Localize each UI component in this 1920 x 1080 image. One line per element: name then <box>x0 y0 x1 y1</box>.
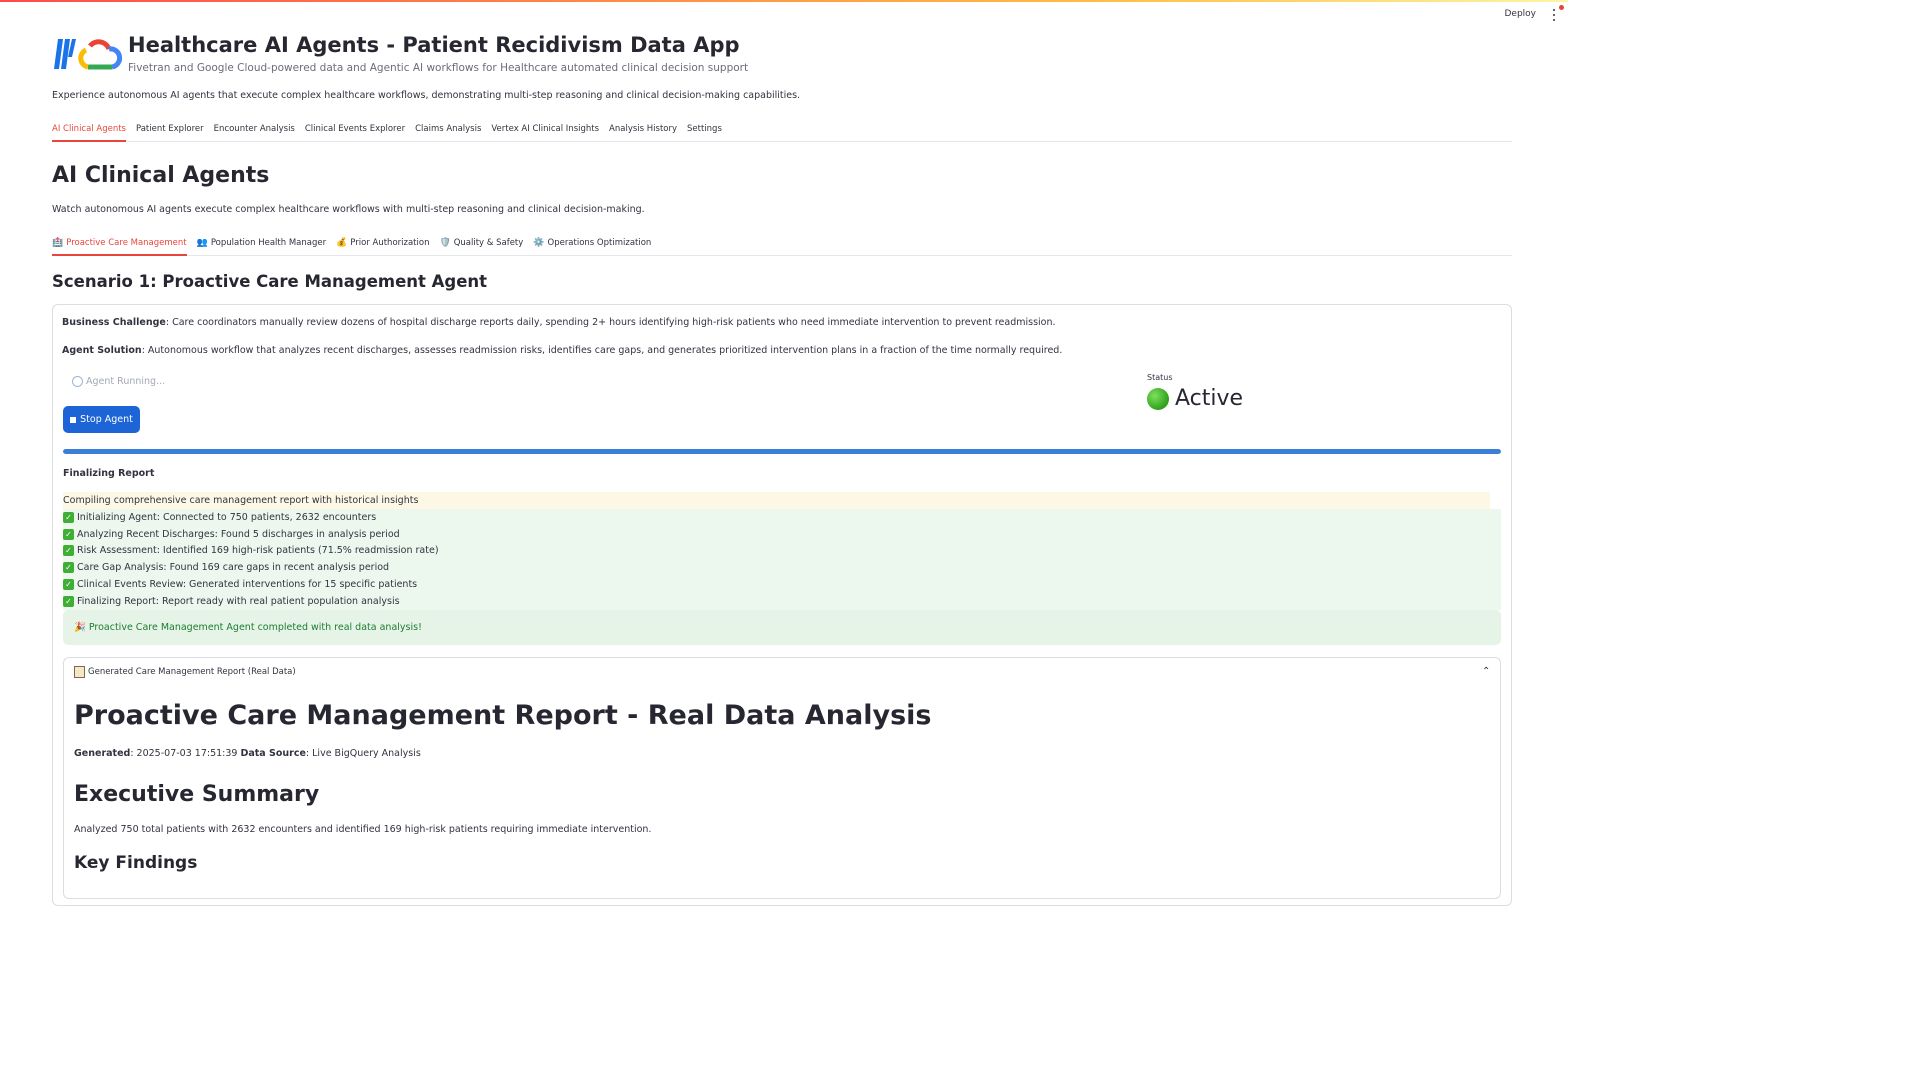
tab-label: Population Health Manager <box>210 237 327 248</box>
check-icon: ✓ <box>63 528 74 540</box>
check-icon: ✓ <box>63 595 74 607</box>
google-cloud-logo-icon <box>78 39 123 70</box>
check-icon: ✓ <box>63 511 74 523</box>
app-subtitle: Fivetran and Google Cloud-powered data a… <box>128 62 749 74</box>
app-header <box>52 35 123 75</box>
business-challenge: Business Challenge: Care coordinators ma… <box>62 317 1056 328</box>
challenge-label: Business Challenge <box>62 317 166 328</box>
agent-running-indicator: Agent Running... <box>72 376 165 387</box>
tab-ai-clinical-agents[interactable]: AI Clinical Agents <box>52 116 136 142</box>
chevron-up-icon[interactable]: ⌃ <box>1482 666 1490 677</box>
tab-label: Operations Optimization <box>547 237 652 248</box>
agent-progress-bar <box>63 449 1501 454</box>
current-status-message: Compiling comprehensive care management … <box>63 492 1490 509</box>
generated-label: Generated <box>74 748 131 759</box>
tab-clinical-events-explorer[interactable]: Clinical Events Explorer <box>305 116 415 141</box>
step-text: Clinical Events Review: Generated interv… <box>77 579 418 591</box>
step-item: ✓ Care Gap Analysis: Found 169 care gaps … <box>63 559 1501 576</box>
step-text: Risk Assessment: Identified 169 high-ris… <box>77 545 439 557</box>
tab-settings[interactable]: Settings <box>687 116 732 141</box>
shield-icon: 🛡️ <box>439 237 451 248</box>
step-text: Analyzing Recent Discharges: Found 5 dis… <box>77 528 400 540</box>
gear-icon: ⚙️ <box>533 237 545 248</box>
source-value: : Live BigQuery Analysis <box>305 748 421 759</box>
stage-label: Finalizing Report <box>63 468 155 479</box>
step-item: ✓ Analyzing Recent Discharges: Found 5 di… <box>63 526 1501 543</box>
deploy-button[interactable]: Deploy <box>1504 9 1536 19</box>
tab-vertex-ai-clinical-insights[interactable]: Vertex AI Clinical Insights <box>491 116 609 141</box>
running-label: Agent Running... <box>86 376 166 387</box>
success-alert: 🎉 Proactive Care Management Agent comple… <box>63 610 1501 645</box>
spinner-icon <box>72 376 83 387</box>
step-item: ✓ Clinical Events Review: Generated inter… <box>63 576 1501 593</box>
success-message: Proactive Care Management Agent complete… <box>88 622 422 633</box>
stop-square-icon <box>70 416 77 423</box>
report-title: Proactive Care Management Report - Real … <box>74 700 932 731</box>
tab-quality-safety[interactable]: 🛡️ Quality & Safety <box>439 230 533 255</box>
tab-patient-explorer[interactable]: Patient Explorer <box>136 116 214 141</box>
solution-label: Agent Solution <box>62 345 142 356</box>
report-meta: Generated: 2025-07-03 17:51:39 Data Sour… <box>74 748 421 759</box>
main-tab-bar: AI Clinical Agents Patient Explorer Enco… <box>52 116 1512 142</box>
check-icon: ✓ <box>63 579 74 591</box>
report-expander-header[interactable]: Generated Care Management Report (Real D… <box>74 666 296 678</box>
expander-label: Generated Care Management Report (Real D… <box>88 667 296 677</box>
tab-label: Proactive Care Management <box>66 237 187 248</box>
tab-analysis-history[interactable]: Analysis History <box>609 116 687 141</box>
report-expander <box>63 657 1501 899</box>
app-logo <box>52 35 123 75</box>
tab-operations-optimization[interactable]: ⚙️ Operations Optimization <box>533 230 661 255</box>
generated-value: : 2025-07-03 17:51:39 <box>130 748 241 759</box>
hospital-icon: 🏥 <box>52 237 64 248</box>
step-item: ✓ Finalizing Report: Report ready with re… <box>63 593 1501 610</box>
green-circle-icon <box>1147 387 1169 410</box>
scenario-title: Scenario 1: Proactive Care Management Ag… <box>52 272 488 291</box>
tab-population-health-manager[interactable]: 👥 Population Health Manager <box>197 230 336 255</box>
fivetran-logo-icon <box>54 39 76 69</box>
page-description: Watch autonomous AI agents execute compl… <box>52 204 645 215</box>
status-value: Active <box>1175 386 1244 411</box>
step-list: ✓ Initializing Agent: Connected to 750 pa… <box>63 509 1501 610</box>
challenge-text: : Care coordinators manually review doze… <box>165 317 1056 328</box>
key-findings-heading: Key Findings <box>74 853 198 873</box>
step-text: Finalizing Report: Report ready with rea… <box>77 595 400 607</box>
stop-agent-button[interactable]: Stop Agent <box>63 406 140 433</box>
tab-claims-analysis[interactable]: Claims Analysis <box>415 116 491 141</box>
tab-encounter-analysis[interactable]: Encounter Analysis <box>214 116 305 141</box>
page-title: AI Clinical Agents <box>52 163 270 188</box>
solution-text: : Autonomous workflow that analyzes rece… <box>141 345 1063 356</box>
party-popper-icon: 🎉 <box>74 622 86 633</box>
source-label: Data Source <box>240 748 306 759</box>
tab-proactive-care-management[interactable]: 🏥 Proactive Care Management <box>52 230 197 256</box>
executive-summary-text: Analyzed 750 total patients with 2632 en… <box>74 824 652 835</box>
notification-dot <box>1559 5 1564 10</box>
agent-tab-bar: 🏥 Proactive Care Management 👥 Population… <box>52 230 1512 256</box>
tab-label: Quality & Safety <box>453 237 524 248</box>
document-icon <box>74 666 85 678</box>
tab-label: Prior Authorization <box>350 237 430 248</box>
top-decoration-bar <box>0 0 1568 2</box>
status-label: Status <box>1147 373 1173 382</box>
tab-prior-authorization[interactable]: 💰 Prior Authorization <box>336 230 439 255</box>
step-text: Initializing Agent: Connected to 750 pat… <box>77 511 377 523</box>
people-icon: 👥 <box>196 237 208 248</box>
step-text: Care Gap Analysis: Found 169 care gaps i… <box>77 562 390 574</box>
check-icon: ✓ <box>63 545 74 557</box>
app-intro: Experience autonomous AI agents that exe… <box>52 90 801 101</box>
stop-label: Stop Agent <box>80 414 133 425</box>
step-item: ✓ Initializing Agent: Connected to 750 pa… <box>63 509 1501 526</box>
step-item: ✓ Risk Assessment: Identified 169 high-ri… <box>63 543 1501 560</box>
app-title: Healthcare AI Agents - Patient Recidivis… <box>128 33 740 57</box>
check-icon: ✓ <box>63 562 74 574</box>
money-bag-icon: 💰 <box>336 237 348 248</box>
main-menu-icon[interactable] <box>1550 9 1558 21</box>
agent-solution: Agent Solution: Autonomous workflow that… <box>62 345 1062 356</box>
executive-summary-heading: Executive Summary <box>74 782 320 807</box>
status-metric: Active <box>1147 386 1243 411</box>
progress-fill <box>63 449 1501 454</box>
